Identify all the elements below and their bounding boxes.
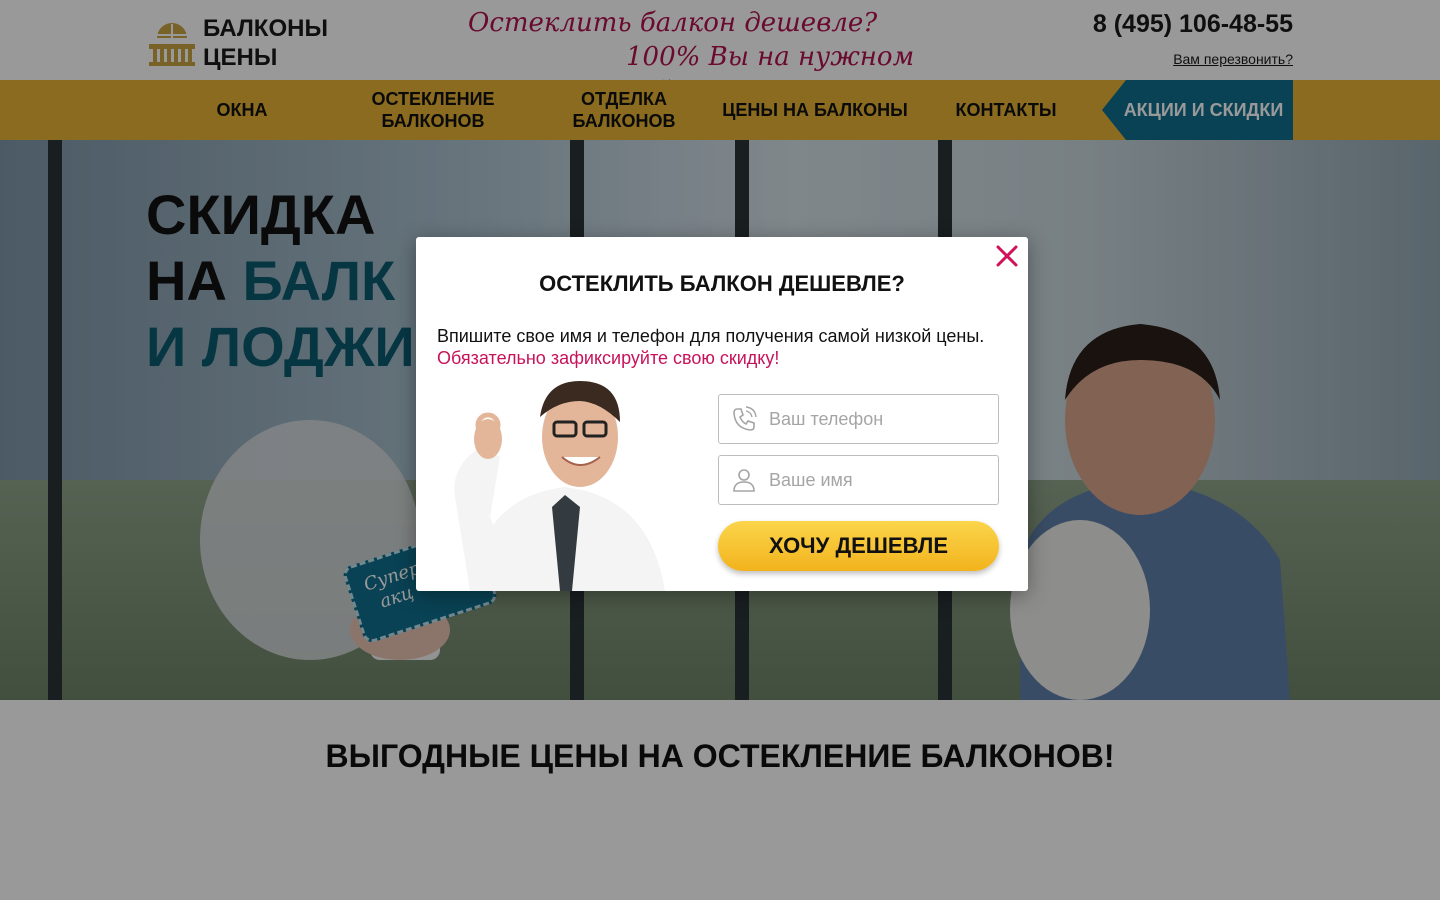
modal-title: ОСТЕКЛИТЬ БАЛКОН ДЕШЕВЛЕ? xyxy=(539,271,905,296)
phone-icon xyxy=(719,395,769,443)
name-field[interactable] xyxy=(718,455,999,505)
close-icon[interactable] xyxy=(994,243,1020,269)
phone-field[interactable] xyxy=(718,394,999,444)
submit-button[interactable]: ХОЧУ ДЕШЕВЛЕ xyxy=(718,521,999,571)
phone-input[interactable] xyxy=(769,408,989,430)
modal-person-image xyxy=(454,381,665,591)
name-input[interactable] xyxy=(769,469,989,491)
user-icon xyxy=(719,456,769,504)
modal-text-highlight: Обязательно зафиксируйте свою скидку! xyxy=(437,348,780,368)
modal-text-main: Впишите свое имя и телефон для получения… xyxy=(437,326,985,346)
modal-description: Впишите свое имя и телефон для получения… xyxy=(437,325,1015,369)
callback-modal: ОСТЕКЛИТЬ БАЛКОН ДЕШЕВЛЕ? Впишите свое и… xyxy=(416,237,1028,591)
